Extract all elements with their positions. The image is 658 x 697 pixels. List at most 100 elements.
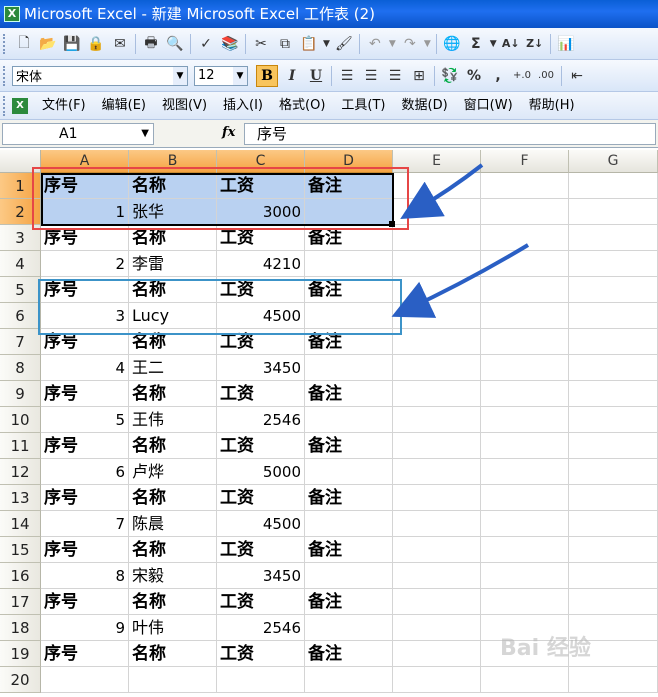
row-header[interactable]: 8 [0,355,41,381]
research-icon[interactable]: 📚 [219,33,241,55]
menu-file[interactable]: 文件(F) [34,92,94,119]
cell[interactable]: 名称 [129,589,217,615]
cell[interactable] [393,355,481,381]
cell[interactable]: 工资 [217,433,305,459]
percent-button[interactable]: % [463,65,485,87]
cut-icon[interactable]: ✂ [250,33,272,55]
cell[interactable] [569,589,658,615]
cell[interactable] [393,329,481,355]
cell[interactable] [569,563,658,589]
cell[interactable] [305,459,393,485]
cell[interactable] [569,485,658,511]
cell[interactable]: 序号 [41,641,129,667]
align-left-icon[interactable]: ☰ [336,65,358,87]
merge-center-icon[interactable]: ⊞ [408,65,430,87]
undo-dropdown-icon[interactable]: ▼ [389,39,396,49]
cell[interactable]: 序号 [41,589,129,615]
cell[interactable]: 王伟 [129,407,217,433]
hyperlink-icon[interactable]: 🌐 [441,33,463,55]
column-header-g[interactable]: G [569,150,658,173]
cell[interactable] [393,641,481,667]
row-header[interactable]: 13 [0,485,41,511]
cell[interactable]: 4 [41,355,129,381]
cell[interactable] [569,173,658,199]
font-size-select[interactable]: 12 ▼ [194,65,248,86]
cell[interactable] [481,407,569,433]
cell[interactable] [481,433,569,459]
row-header[interactable]: 20 [0,667,41,693]
row-header[interactable]: 4 [0,251,41,277]
cell[interactable]: 4210 [217,251,305,277]
excel-document-icon[interactable]: X [12,97,28,114]
cell[interactable]: 序号 [41,433,129,459]
column-header-f[interactable]: F [481,150,569,173]
cell[interactable] [305,355,393,381]
sort-ascending-icon[interactable]: A↓ [500,33,522,55]
menu-data[interactable]: 数据(D) [394,92,456,119]
font-name-dropdown-icon[interactable]: ▼ [173,66,187,85]
format-painter-icon[interactable]: 🖌 [333,33,355,55]
row-header[interactable]: 17 [0,589,41,615]
cell[interactable]: 3450 [217,563,305,589]
cell[interactable]: 叶伟 [129,615,217,641]
email-icon[interactable]: ✉ [109,33,131,55]
formula-input[interactable]: 序号 [244,123,656,145]
cell[interactable]: 工资 [217,589,305,615]
cell[interactable]: 名称 [129,485,217,511]
row-header[interactable]: 9 [0,381,41,407]
cell[interactable]: 序号 [41,381,129,407]
save-icon[interactable]: 💾 [61,33,83,55]
cell[interactable]: 名称 [129,381,217,407]
row-header[interactable]: 12 [0,459,41,485]
print-icon[interactable]: 🖶 [140,33,162,55]
cell[interactable] [481,537,569,563]
align-center-icon[interactable]: ☰ [360,65,382,87]
cell[interactable]: 工资 [217,485,305,511]
cell[interactable]: 名称 [129,537,217,563]
cell[interactable]: 2546 [217,615,305,641]
cell[interactable] [569,667,658,693]
cell[interactable] [393,381,481,407]
cell[interactable]: 备注 [305,537,393,563]
cell[interactable] [305,407,393,433]
cell[interactable] [481,251,569,277]
cell[interactable] [393,433,481,459]
menu-help[interactable]: 帮助(H) [521,92,583,119]
cell[interactable]: 序号 [41,537,129,563]
cell[interactable] [569,303,658,329]
cell[interactable] [481,667,569,693]
new-document-icon[interactable]: 🗋 [13,33,35,55]
cell[interactable]: 6 [41,459,129,485]
row-header[interactable]: 14 [0,511,41,537]
redo-dropdown-icon[interactable]: ▼ [424,39,431,49]
autosum-dropdown-icon[interactable]: ▼ [490,39,497,49]
cell[interactable] [481,563,569,589]
cell[interactable] [569,329,658,355]
toolbar-grip[interactable] [3,33,8,54]
cell[interactable] [569,277,658,303]
row-header[interactable]: 11 [0,433,41,459]
redo-icon[interactable]: ↷ [399,33,421,55]
cell[interactable] [393,615,481,641]
cell[interactable] [393,277,481,303]
menu-format[interactable]: 格式(O) [271,92,333,119]
cell[interactable]: 陈晨 [129,511,217,537]
cell[interactable]: 李雷 [129,251,217,277]
cell[interactable]: 序号 [41,485,129,511]
toolbar-grip[interactable] [3,65,8,86]
cell[interactable] [569,199,658,225]
cell[interactable] [569,355,658,381]
row-header[interactable]: 5 [0,277,41,303]
cell[interactable]: 9 [41,615,129,641]
cell[interactable]: 备注 [305,589,393,615]
cell[interactable] [569,433,658,459]
cell[interactable] [393,459,481,485]
print-preview-icon[interactable]: 🔍 [164,33,186,55]
row-header[interactable]: 18 [0,615,41,641]
cell[interactable] [569,459,658,485]
cell[interactable]: 工资 [217,381,305,407]
menu-window[interactable]: 窗口(W) [456,92,521,119]
font-size-dropdown-icon[interactable]: ▼ [233,66,247,85]
cell[interactable] [393,589,481,615]
cell[interactable]: 2 [41,251,129,277]
